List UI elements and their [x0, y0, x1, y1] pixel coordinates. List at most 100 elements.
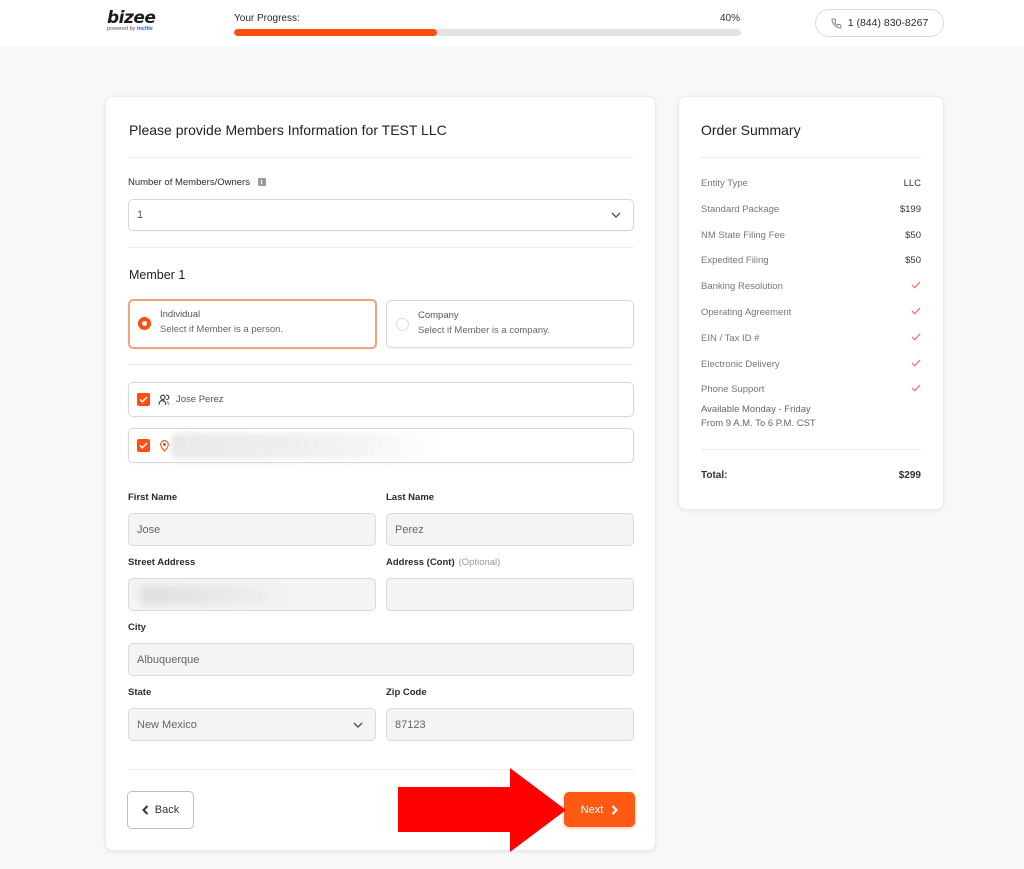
- radio-unselected-icon[interactable]: [396, 318, 409, 331]
- last-name-input[interactable]: Perez: [386, 513, 634, 546]
- summary-row-label: Entity Type: [701, 178, 748, 189]
- members-form-card: Please provide Members Information for T…: [105, 96, 656, 851]
- optional-tag: (Optional): [458, 557, 501, 568]
- chevron-right-icon: [612, 804, 619, 815]
- radio-selected-icon[interactable]: [138, 317, 151, 330]
- summary-row-label: Operating Agreement: [701, 307, 792, 318]
- arrow-shape: [398, 768, 566, 852]
- divider: [128, 247, 634, 248]
- street-address-input[interactable]: [128, 578, 376, 611]
- address-checkbox[interactable]: [137, 439, 150, 452]
- members-count-label-text: Number of Members/Owners: [128, 177, 250, 188]
- phone-support-button[interactable]: 1 (844) 830-8267: [815, 9, 944, 37]
- option-title: Company: [418, 310, 459, 321]
- support-days: Available Monday - Friday: [701, 404, 811, 415]
- address-cont-input[interactable]: [386, 578, 634, 611]
- next-button[interactable]: Next: [564, 792, 635, 827]
- option-title: Individual: [160, 309, 201, 320]
- summary-row: Expedited Filing $50: [701, 255, 921, 266]
- checkmark-icon: [911, 281, 921, 289]
- divider: [701, 157, 921, 158]
- checkmark-icon: [911, 384, 921, 393]
- summary-row-label: Expedited Filing: [701, 255, 769, 267]
- top-header: bizee powered by incfile Your Progress: …: [0, 0, 1024, 46]
- last-name-label: Last Name: [386, 492, 435, 503]
- checkmark-icon: [911, 359, 921, 367]
- info-icon[interactable]: [257, 178, 266, 186]
- checkmark-icon: [139, 442, 148, 449]
- progress-percent: 40%: [719, 13, 740, 24]
- first-name-label: First Name: [128, 492, 178, 503]
- summary-row: Phone Support: [701, 384, 921, 395]
- prefill-name-text: Jose Perez: [176, 394, 224, 405]
- members-count-value: 1: [137, 209, 144, 221]
- name-checkbox[interactable]: [137, 393, 150, 406]
- chevron-left-icon: [141, 805, 148, 815]
- zip-input[interactable]: 87123: [386, 708, 634, 741]
- summary-row: NM State Filing Fee $50: [701, 230, 921, 241]
- summary-row-label: EIN / Tax ID #: [701, 332, 760, 344]
- state-label: State: [128, 687, 152, 698]
- member-type-company[interactable]: Company Select if Member is a company.: [386, 300, 634, 348]
- street-address-label: Street Address: [128, 557, 196, 568]
- divider: [701, 449, 921, 450]
- summary-row-label: Electronic Delivery: [701, 358, 780, 370]
- users-icon: [158, 394, 170, 405]
- back-button[interactable]: Back: [127, 791, 194, 829]
- total-value: $299: [898, 470, 921, 481]
- summary-row-value: $199: [899, 203, 921, 215]
- next-label: Next: [580, 803, 604, 816]
- summary-row-label: Phone Support: [701, 384, 765, 396]
- page-title: Please provide Members Information for T…: [129, 122, 447, 138]
- member-type-individual[interactable]: Individual Select if Member is a person.: [128, 299, 377, 349]
- summary-row-label: NM State Filing Fee: [701, 229, 785, 241]
- prefill-name-row[interactable]: Jose Perez: [128, 382, 634, 417]
- checkmark-icon: [139, 396, 148, 403]
- red-arrow-annotation: [398, 768, 566, 852]
- phone-number: 1 (844) 830-8267: [847, 17, 929, 29]
- city-value: Albuquerque: [137, 653, 200, 666]
- option-description: Select if Member is a company.: [418, 325, 550, 336]
- divider: [128, 157, 634, 158]
- summary-row: Standard Package $199: [701, 204, 921, 215]
- redacted-address: [171, 433, 441, 459]
- checkmark-icon: [911, 333, 921, 341]
- summary-row-value: $50: [905, 255, 921, 267]
- summary-row-value: $50: [905, 229, 921, 241]
- chevron-down-icon: [611, 212, 621, 218]
- progress-label: Your Progress:: [234, 13, 300, 24]
- checkmark-icon: [911, 307, 921, 315]
- order-summary-card: Order Summary Entity Type LLC Standard Pac…: [678, 96, 944, 510]
- summary-row: Banking Resolution: [701, 281, 921, 292]
- zip-value: 87123: [395, 718, 426, 731]
- last-name-value: Perez: [395, 523, 424, 536]
- divider: [128, 364, 634, 365]
- address-cont-label-text: Address (Cont): [386, 557, 455, 568]
- member-heading: Member 1: [129, 268, 186, 282]
- first-name-input[interactable]: Jose: [128, 513, 376, 546]
- members-count-select[interactable]: 1: [128, 199, 634, 231]
- summary-row-label: Banking Resolution: [701, 281, 783, 293]
- total-label: Total:: [701, 470, 728, 481]
- order-summary-title: Order Summary: [701, 122, 801, 138]
- progress-bar: [234, 29, 741, 36]
- phone-icon: [831, 17, 842, 28]
- zip-label: Zip Code: [386, 687, 427, 698]
- logo-tagline: powered by incfile: [107, 26, 155, 33]
- city-input[interactable]: Albuquerque: [128, 643, 634, 676]
- incfile-brand: incfile: [136, 26, 153, 32]
- powered-by-text: powered by: [107, 26, 136, 32]
- location-pin-icon: [160, 440, 169, 452]
- summary-row: Electronic Delivery: [701, 359, 921, 370]
- summary-row: Entity Type LLC: [701, 178, 921, 189]
- back-label: Back: [154, 804, 180, 816]
- state-value: New Mexico: [137, 718, 197, 731]
- summary-row-value: LLC: [903, 178, 921, 189]
- bizee-logo[interactable]: bizee powered by incfile: [107, 10, 156, 33]
- summary-row: Operating Agreement: [701, 307, 921, 318]
- prefill-address-row[interactable]: [128, 428, 634, 463]
- city-label: City: [128, 622, 146, 633]
- state-select[interactable]: New Mexico: [128, 708, 376, 741]
- progress-bar-fill: [234, 29, 437, 36]
- phone-support-hours: Available Monday - Friday From 9 A.M. To…: [701, 403, 816, 431]
